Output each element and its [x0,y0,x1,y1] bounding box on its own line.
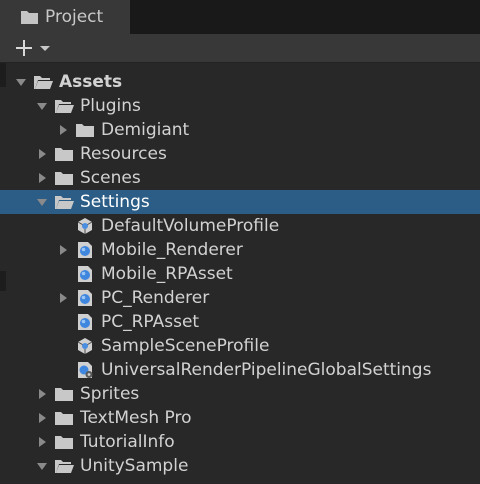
tree-row[interactable]: SampleSceneProfile [0,334,480,358]
tree-row[interactable]: TutorialInfo [0,430,480,454]
folder-open-icon [33,73,53,91]
project-tree: Assets Plugins Demigiant Resources Scenes Set… [0,63,480,484]
volume-profile-icon [75,217,95,235]
project-tab[interactable]: Project [0,0,130,34]
folder-icon [20,10,39,25]
tree-row[interactable]: DefaultVolumeProfile [0,214,480,238]
tree-row[interactable]: Assets [0,70,480,94]
tree-row[interactable]: Plugins [0,94,480,118]
tree-row[interactable] [0,478,480,484]
tree-row-label: Plugins [80,96,141,116]
pipeline-asset-icon [75,265,95,283]
tree-row[interactable]: UniversalRenderPipelineGlobalSettings [0,358,480,382]
tree-row[interactable]: Resources [0,142,480,166]
tree-row-label: PC_Renderer [101,288,210,308]
caret-down-icon [40,46,50,51]
collapse-arrow-icon[interactable] [35,166,49,190]
renderer-asset-icon [75,241,95,259]
tree-row[interactable]: PC_Renderer [0,286,480,310]
collapse-arrow-icon[interactable] [56,118,70,142]
collapse-arrow-icon[interactable] [56,286,70,310]
tree-row[interactable]: Mobile_RPAsset [0,262,480,286]
collapse-arrow-icon[interactable] [56,478,70,484]
global-settings-icon [75,361,95,379]
expand-arrow-icon[interactable] [35,190,49,214]
tree-row-label: SampleSceneProfile [101,336,270,356]
tree-row-label: TextMesh Pro [80,408,192,428]
tree-row[interactable]: Scenes [0,166,480,190]
tree-row-label: PC_RPAsset [101,312,200,332]
tree-row[interactable]: Mobile_Renderer [0,238,480,262]
expand-arrow-icon[interactable] [35,454,49,478]
tree-row-label: UnitySample [80,456,189,476]
tree-row-label: Demigiant [101,120,190,140]
tree-row-label: Assets [59,72,123,92]
tree-row-label: UniversalRenderPipelineGlobalSettings [101,360,432,380]
folder-open-icon [54,457,74,475]
tree-row-label: Mobile_Renderer [101,240,243,260]
collapse-arrow-icon[interactable] [35,406,49,430]
tree-row[interactable]: Sprites [0,382,480,406]
tree-row-label: Scenes [80,168,141,188]
create-button[interactable] [12,37,56,59]
folder-icon [75,121,95,139]
project-toolbar [0,34,480,63]
tree-row-label: Sprites [80,384,140,404]
collapse-arrow-icon[interactable] [56,238,70,262]
renderer-asset-icon [75,289,95,307]
tree-row[interactable]: PC_RPAsset [0,310,480,334]
collapse-arrow-icon[interactable] [35,382,49,406]
window-tab-bar: Project [0,0,480,34]
folder-icon [54,433,74,451]
tree-row[interactable]: TextMesh Pro [0,406,480,430]
tree-row-label: Mobile_RPAsset [101,264,233,284]
collapse-arrow-icon[interactable] [35,142,49,166]
pipeline-asset-icon [75,313,95,331]
tree-row-label: DefaultVolumeProfile [101,216,280,236]
expand-arrow-icon[interactable] [14,70,28,94]
folder-icon [54,385,74,403]
tab-label: Project [45,7,104,27]
tree-row-label: TutorialInfo [80,432,175,452]
tree-row[interactable]: Settings [0,190,480,214]
tree-row-label: Settings [80,192,150,212]
volume-profile-icon [75,337,95,355]
folder-icon [54,169,74,187]
folder-icon [54,145,74,163]
tree-row[interactable]: Demigiant [0,118,480,142]
folder-open-icon [54,193,74,211]
folder-icon [54,409,74,427]
tree-row-label: Resources [80,144,167,164]
collapse-arrow-icon[interactable] [35,430,49,454]
tree-row[interactable]: UnitySample [0,454,480,478]
folder-open-icon [54,97,74,115]
expand-arrow-icon[interactable] [35,94,49,118]
